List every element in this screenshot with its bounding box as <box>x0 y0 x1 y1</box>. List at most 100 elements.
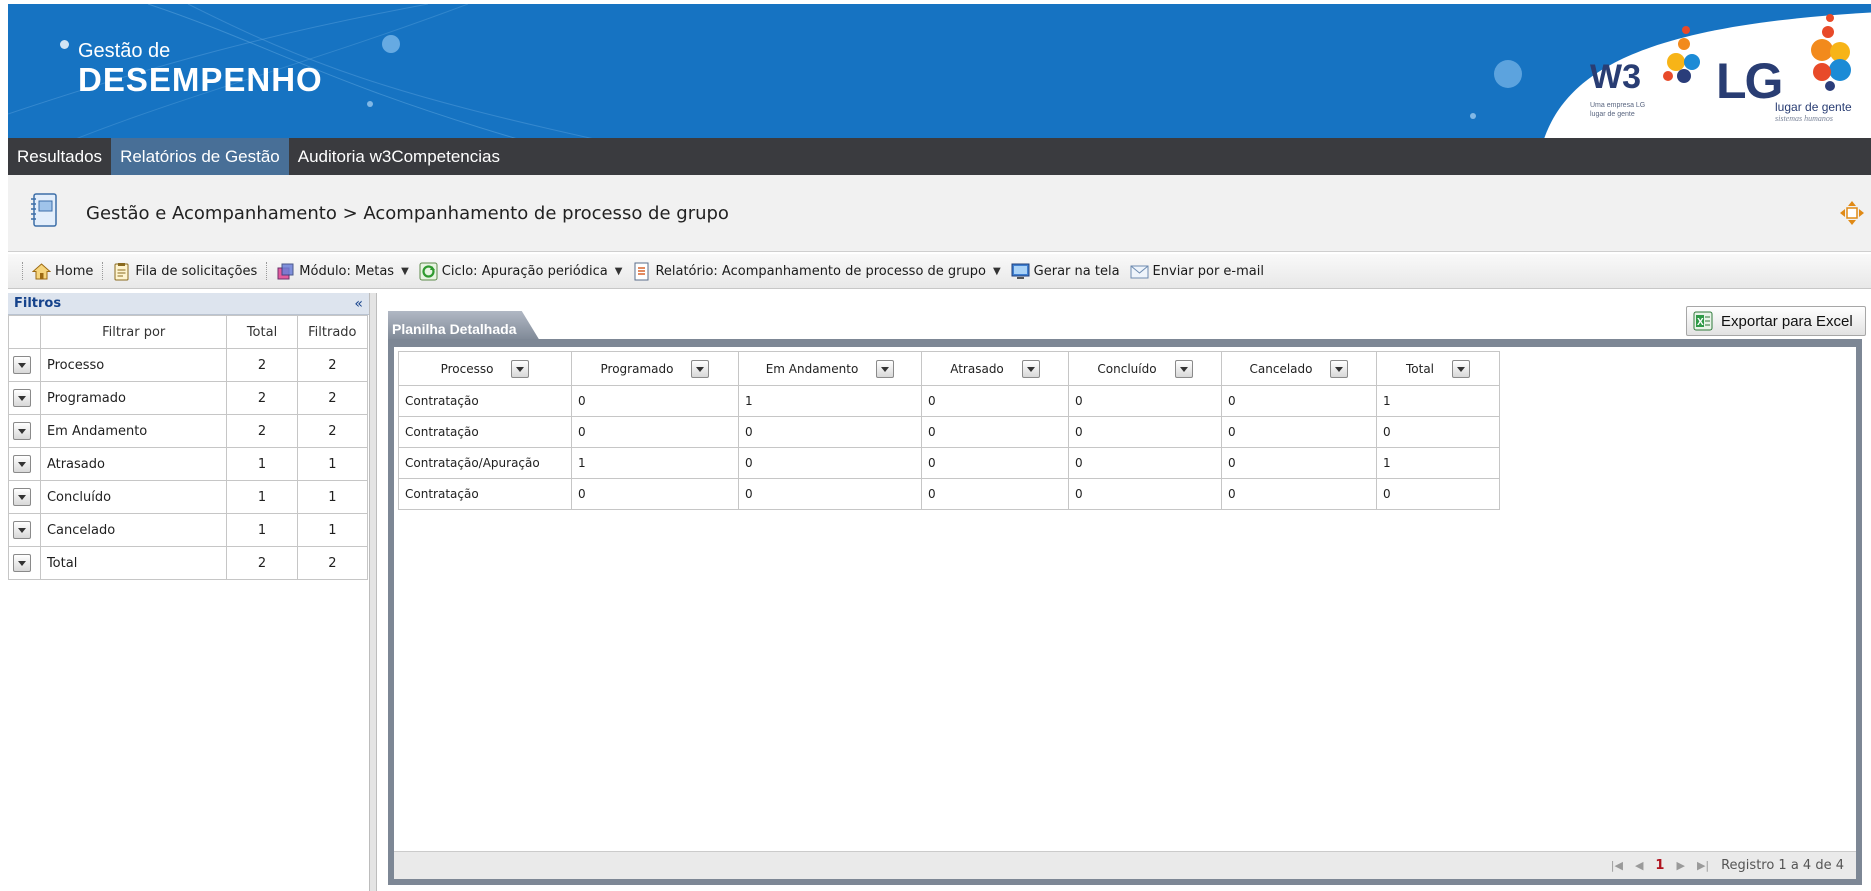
cell-em-andamento: 0 <box>738 416 922 448</box>
cell-processo: Contratação/Apuração <box>398 447 572 479</box>
product-logo-line1: Gestão de <box>78 40 171 62</box>
home-label: Home <box>55 263 94 279</box>
column-header-em-andamento[interactable]: Em Andamento <box>738 351 922 386</box>
w3-logo-subtitle: Uma empresa LG lugar de gente <box>1590 102 1646 118</box>
generate-on-screen-button[interactable]: Gerar na tela <box>1006 262 1125 281</box>
menu-item-relatorios-de-gestao[interactable]: Relatórios de Gestão <box>111 138 289 175</box>
notebook-icon <box>31 193 57 227</box>
dropdown-arrow-icon[interactable] <box>13 389 31 407</box>
filter-menu-cell <box>8 447 41 481</box>
pagination-bar: |◀ ◀ 1 ▶ ▶| Registro 1 a 4 de 4 <box>394 851 1856 879</box>
filter-label: Total <box>39 546 228 580</box>
dropdown-arrow-icon[interactable] <box>1452 359 1471 378</box>
chevron-down-icon: ▼ <box>992 265 1001 277</box>
toolbar: Home Fila de solicitações Módulo: Metas … <box>8 254 1871 289</box>
cell-concluido: 0 <box>1068 447 1222 479</box>
module-dropdown[interactable]: Módulo: Metas ▼ <box>271 262 414 281</box>
first-page-icon[interactable]: |◀ <box>1611 859 1623 872</box>
column-header-filtered: Filtrado <box>296 315 369 349</box>
report-dropdown[interactable]: Relatório: Acompanhamento de processo de… <box>627 262 1005 281</box>
column-header-concluido[interactable]: Concluído <box>1068 351 1222 386</box>
menu-item-auditoria[interactable]: Auditoria w3Competencias <box>289 138 509 175</box>
filter-label: Atrasado <box>39 447 228 481</box>
column-header-cancelado[interactable]: Cancelado <box>1221 351 1377 386</box>
move-arrows-icon[interactable] <box>1839 200 1865 226</box>
filter-total: 1 <box>226 513 298 547</box>
cell-programado: 1 <box>571 447 739 479</box>
dropdown-arrow-icon[interactable] <box>13 488 31 506</box>
dropdown-arrow-icon[interactable] <box>876 359 895 378</box>
cell-cancelado: 0 <box>1221 447 1377 479</box>
table-row: Contratação 0 0 0 0 0 0 <box>398 416 1500 448</box>
lg-logo-mark-icon <box>1811 14 1851 91</box>
dropdown-arrow-icon[interactable] <box>1021 359 1040 378</box>
filters-header: Filtros « <box>8 293 369 315</box>
column-header-label: Em Andamento <box>765 361 859 376</box>
export-excel-button[interactable]: X Exportar para Excel <box>1686 306 1866 336</box>
filter-label: Cancelado <box>39 513 228 547</box>
cube-icon <box>277 263 294 279</box>
dropdown-arrow-icon[interactable] <box>13 422 31 440</box>
cell-programado: 0 <box>571 478 739 510</box>
dropdown-arrow-icon[interactable] <box>691 359 710 378</box>
report-icon <box>634 262 649 280</box>
filter-menu-column-header <box>8 315 41 349</box>
filter-menu-cell <box>8 513 41 547</box>
home-button[interactable]: Home <box>27 262 98 281</box>
cell-total: 1 <box>1376 447 1500 479</box>
filter-label: Concluído <box>39 480 228 514</box>
column-header-processo[interactable]: Processo <box>398 351 572 386</box>
current-page[interactable]: 1 <box>1655 858 1664 873</box>
dropdown-arrow-icon[interactable] <box>511 359 530 378</box>
filter-menu-cell <box>8 414 41 448</box>
lg-logo-text: LG <box>1716 53 1783 109</box>
table-row: Contratação/Apuração 1 0 0 0 0 1 <box>398 447 1500 479</box>
toolbar-separator <box>22 262 23 280</box>
filters-header-row: Filtrar por Total Filtrado <box>8 315 369 349</box>
dropdown-arrow-icon[interactable] <box>13 554 31 572</box>
cell-cancelado: 0 <box>1221 478 1377 510</box>
cycle-icon <box>419 262 438 280</box>
filter-label: Processo <box>39 348 228 382</box>
cycle-dropdown[interactable]: Ciclo: Apuração periódica ▼ <box>414 262 628 281</box>
cell-concluido: 0 <box>1068 478 1222 510</box>
column-header-total[interactable]: Total <box>1376 351 1500 386</box>
panel-splitter[interactable] <box>370 293 377 891</box>
cell-programado: 0 <box>571 385 739 417</box>
queue-button[interactable]: Fila de solicitações <box>107 262 262 281</box>
product-logo-line2: DESEMPENHO <box>78 61 323 98</box>
menu-item-resultados[interactable]: Resultados <box>8 138 111 175</box>
filter-filtered: 2 <box>296 348 369 382</box>
svg-text:X: X <box>1697 317 1704 328</box>
dropdown-arrow-icon[interactable] <box>1330 359 1349 378</box>
filters-title: Filtros <box>14 296 62 311</box>
dropdown-arrow-icon[interactable] <box>13 356 31 374</box>
next-page-icon[interactable]: ▶ <box>1676 859 1684 872</box>
tab-planilha-detalhada[interactable]: Planilha Detalhada <box>388 311 540 341</box>
filter-row-processo: Processo 2 2 <box>8 348 369 382</box>
dropdown-arrow-icon[interactable] <box>13 455 31 473</box>
send-email-button[interactable]: Enviar por e-mail <box>1125 262 1269 281</box>
record-summary: Registro 1 a 4 de 4 <box>1721 858 1844 873</box>
cell-total: 1 <box>1376 385 1500 417</box>
filter-filtered: 1 <box>296 480 369 514</box>
collapse-panel-icon[interactable]: « <box>354 296 363 312</box>
previous-page-icon[interactable]: ◀ <box>1635 859 1643 872</box>
filter-menu-cell <box>8 381 41 415</box>
column-header-programado[interactable]: Programado <box>571 351 739 386</box>
filter-filtered: 2 <box>296 381 369 415</box>
export-label: Exportar para Excel <box>1721 312 1853 330</box>
cell-total: 0 <box>1376 478 1500 510</box>
filter-row-concluido: Concluído 1 1 <box>8 480 369 514</box>
last-page-icon[interactable]: ▶| <box>1697 859 1709 872</box>
excel-icon: X <box>1693 311 1713 331</box>
table-row: Contratação 0 1 0 0 0 1 <box>398 385 1500 417</box>
column-header-label: Total <box>1405 361 1435 376</box>
filter-row-em-andamento: Em Andamento 2 2 <box>8 414 369 448</box>
filter-row-atrasado: Atrasado 1 1 <box>8 447 369 481</box>
dropdown-arrow-icon[interactable] <box>1174 359 1193 378</box>
page-header: Gestão e Acompanhamento > Acompanhamento… <box>8 175 1871 252</box>
w3-logo-mark-icon <box>1663 26 1700 83</box>
column-header-atrasado[interactable]: Atrasado <box>921 351 1069 386</box>
dropdown-arrow-icon[interactable] <box>13 521 31 539</box>
